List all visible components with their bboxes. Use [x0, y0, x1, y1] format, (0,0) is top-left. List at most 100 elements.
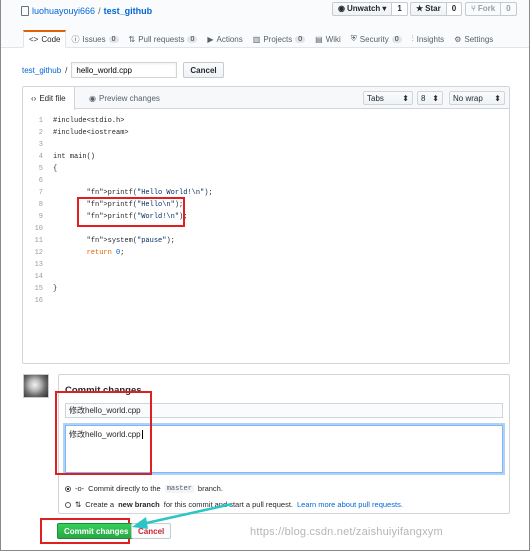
cancel-edit-button[interactable]: Cancel: [183, 62, 224, 78]
tab-issues[interactable]: ⓘ Issues 0: [66, 30, 123, 48]
indent-size-value: 8: [421, 93, 426, 103]
fork-button[interactable]: ⑂ Fork: [465, 2, 502, 16]
select-arrows-icon: ⬍: [402, 93, 409, 103]
code-icon: ‹›: [31, 94, 37, 103]
line-number: 16: [34, 297, 43, 305]
radio-new-label: Create a: [85, 500, 115, 509]
tab-settings[interactable]: ⚙ Settings: [449, 30, 498, 48]
watch-label: Unwatch: [346, 4, 381, 13]
learn-more-link[interactable]: Learn more about pull requests.: [297, 500, 403, 509]
tab-code[interactable]: <> Code: [23, 30, 67, 48]
code-icon: <>: [29, 35, 39, 44]
tab-label: Security: [359, 34, 389, 44]
tab-security[interactable]: ⛨ Security 0: [346, 30, 407, 48]
star-button-group: ★ Star 0: [410, 2, 463, 16]
annotation-arrow-shaft: [141, 502, 233, 526]
commit-icon: -o-: [75, 484, 85, 493]
code-line: #include<stdio.h>: [53, 117, 125, 125]
line-number: 15: [34, 285, 43, 293]
line-number: 9: [38, 213, 43, 221]
line-number: 10: [34, 225, 43, 233]
line-number: 6: [38, 177, 43, 185]
book-icon: ▤: [315, 34, 323, 44]
code-line: int main(): [53, 153, 96, 161]
annotation-box-code: [77, 197, 185, 227]
line-number: 4: [38, 153, 43, 161]
breadcrumb-repo-link[interactable]: test_github: [22, 66, 61, 75]
tab-label: Actions: [216, 34, 243, 44]
shield-icon: ⛨: [350, 34, 357, 43]
tab-label: Code: [41, 35, 61, 44]
tab-label: Issues: [82, 34, 106, 44]
tab-label: Settings: [464, 34, 494, 44]
watch-button-group: ◉ Unwatch ▾ 1: [332, 2, 408, 16]
eye-icon: ◉: [89, 93, 96, 103]
indent-size-select[interactable]: 8 ⬍: [417, 91, 443, 105]
select-arrows-icon: ⬍: [432, 93, 439, 103]
line-number: 8: [38, 201, 43, 209]
star-count[interactable]: 0: [446, 2, 463, 16]
tab-label: Pull requests: [138, 34, 185, 44]
tab-wiki[interactable]: ▤ Wiki: [310, 30, 346, 48]
issue-icon: ⓘ: [71, 34, 80, 44]
star-icon: ★: [416, 4, 424, 13]
line-number: 12: [34, 249, 43, 257]
radio-commit-direct[interactable]: -o- Commit directly to the master branch…: [65, 484, 223, 493]
editor-header: ‹› Edit file ◉ Preview changes Tabs ⬍ 8 ⬍ No…: [23, 87, 509, 110]
line-number: 2: [38, 129, 43, 137]
indent-mode-select[interactable]: Tabs ⬍: [363, 91, 413, 105]
watch-count[interactable]: 1: [392, 2, 408, 16]
repo-nav-tabs: <> Code ⓘ Issues 0 ⇅ Pull requests 0 ▶ Actions…: [23, 30, 498, 48]
radio-button[interactable]: [65, 501, 71, 508]
gear-icon: ⚙: [454, 34, 462, 44]
tab-pull-requests[interactable]: ⇅ Pull requests 0: [124, 30, 203, 48]
tab-counter: 0: [187, 35, 198, 43]
fork-icon: ⑂: [471, 4, 476, 13]
tab-projects[interactable]: ▥ Projects 0: [248, 30, 310, 48]
wrap-mode-select[interactable]: No wrap ⬍: [449, 91, 505, 105]
fork-button-group: ⑂ Fork 0: [465, 2, 517, 16]
tab-label: Insights: [416, 34, 445, 44]
line-number: 3: [38, 141, 43, 149]
tab-edit-label: Edit file: [39, 94, 66, 103]
wrap-mode-value: No wrap: [453, 93, 483, 103]
tab-counter: 0: [391, 35, 402, 43]
caret-down-icon: ▾: [382, 4, 387, 13]
repo-title: luohuayouyi666 / test_github: [21, 6, 152, 16]
code-line: return 0;: [86, 249, 125, 257]
select-arrows-icon: ⬍: [494, 93, 501, 103]
indent-mode-value: Tabs: [367, 93, 384, 103]
radio-button-checked[interactable]: [65, 485, 71, 492]
code-line: "fn">system("pause");: [86, 237, 175, 245]
line-number: 5: [38, 165, 43, 173]
repo-owner-link[interactable]: luohuayouyi666: [32, 6, 95, 16]
watermark: https://blog.csdn.net/zaishuiyifangxym: [250, 526, 443, 538]
tab-preview-changes[interactable]: ◉ Preview changes: [81, 87, 168, 109]
eye-icon: ◉: [338, 4, 345, 13]
line-number: 11: [34, 237, 43, 245]
annotation-box-message: [55, 391, 152, 475]
tab-counter: 0: [295, 35, 306, 43]
star-button[interactable]: ★ Star: [410, 2, 447, 16]
tab-actions[interactable]: ▶ Actions: [202, 30, 247, 48]
filename-input[interactable]: [71, 62, 178, 78]
pull-request-icon: ⇅: [128, 34, 136, 44]
graph-icon: ⫶: [411, 34, 414, 43]
line-number: 13: [34, 261, 43, 269]
watch-button[interactable]: ◉ Unwatch ▾: [332, 2, 393, 16]
breadcrumb-separator: /: [65, 65, 68, 75]
commit-changes-button[interactable]: Commit changes: [57, 523, 136, 539]
pull-request-icon: ⇅: [75, 500, 82, 509]
repo-name-link[interactable]: test_github: [104, 6, 153, 16]
annotation-arrow: [132, 502, 233, 529]
tab-insights[interactable]: ⫶ Insights: [407, 30, 450, 48]
fork-count[interactable]: 0: [501, 2, 517, 16]
repo-separator: /: [98, 6, 101, 16]
tab-edit-file[interactable]: ‹› Edit file: [23, 87, 75, 110]
tab-label: Projects: [263, 34, 293, 44]
code-line: }: [53, 285, 58, 293]
line-number: 1: [38, 117, 43, 125]
code-line: #include<iostream>: [53, 129, 129, 137]
code-line: "fn">printf("Hello World!\n");: [86, 189, 213, 197]
branch-name: master: [164, 484, 194, 493]
